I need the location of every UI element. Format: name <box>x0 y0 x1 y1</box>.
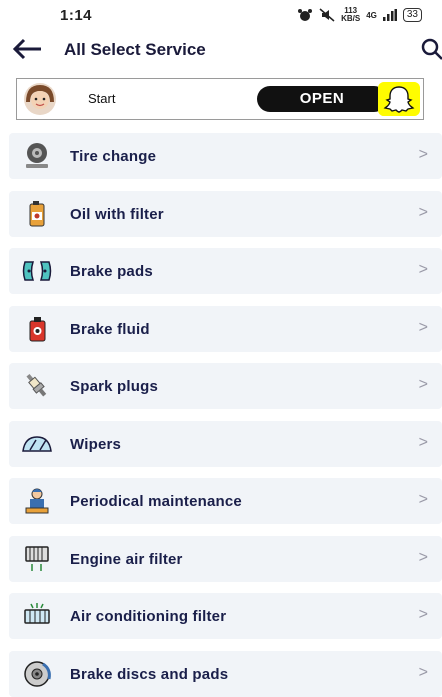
service-label: Brake pads <box>70 263 153 280</box>
service-label: Brake fluid <box>70 321 150 338</box>
oil-can-icon <box>29 201 45 227</box>
ac-filter-icon <box>24 603 50 624</box>
service-item-air-conditioning-filter[interactable]: Air conditioning filter > <box>9 593 442 639</box>
chevron-right-icon: > <box>418 319 428 336</box>
chevron-right-icon: > <box>418 261 428 278</box>
ghost-logo-icon <box>378 82 420 116</box>
service-item-tire-change[interactable]: Tire change > <box>9 133 442 179</box>
wiper-icon <box>22 436 52 452</box>
brake-fluid-icon <box>29 317 46 342</box>
service-item-spark-plugs[interactable]: Spark plugs > <box>9 363 442 409</box>
service-item-brake-pads[interactable]: Brake pads > <box>9 248 442 294</box>
ad-open-button[interactable]: OPEN <box>257 86 387 112</box>
ad-banner[interactable]: Start OPEN <box>16 78 424 120</box>
chevron-right-icon: > <box>418 549 428 566</box>
service-label: Air conditioning filter <box>70 608 227 625</box>
ad-text: Start <box>88 91 116 106</box>
status-bar: 1:14 113 KB/S 4G 33 <box>0 0 442 34</box>
service-label: Spark plugs <box>70 378 159 395</box>
service-item-engine-air-filter[interactable]: Engine air filter > <box>9 536 442 582</box>
avatar <box>24 83 56 115</box>
service-label: Oil with filter <box>70 206 164 223</box>
service-item-brake-fluid[interactable]: Brake fluid > <box>9 306 442 352</box>
brake-pads-icon <box>22 261 52 281</box>
service-label: Wipers <box>70 436 122 453</box>
tire-icon <box>26 143 48 168</box>
chevron-right-icon: > <box>418 606 428 623</box>
status-icons: 113 KB/S 4G 33 <box>297 7 422 23</box>
back-arrow-icon[interactable] <box>12 38 42 60</box>
chevron-right-icon: > <box>418 204 428 221</box>
chevron-right-icon: > <box>418 434 428 451</box>
service-label: Engine air filter <box>70 551 183 568</box>
air-filter-icon <box>25 546 49 571</box>
service-item-periodical-maintenance[interactable]: Periodical maintenance > <box>9 478 442 524</box>
service-label: Periodical maintenance <box>70 493 242 510</box>
service-label: Tire change <box>70 148 157 165</box>
page-title: All Select Service <box>64 40 206 59</box>
battery-indicator: 33 <box>402 8 422 22</box>
app-bar: All Select Service <box>0 34 442 64</box>
signal-icon <box>382 9 397 21</box>
alarm-icon <box>298 9 313 21</box>
service-item-wipers[interactable]: Wipers > <box>9 421 442 467</box>
service-label: Brake discs and pads <box>70 666 229 683</box>
network-speed: 113 KB/S <box>341 6 361 23</box>
search-icon[interactable] <box>420 38 442 60</box>
mechanic-icon <box>25 488 49 514</box>
chevron-right-icon: > <box>418 146 428 163</box>
chevron-right-icon: > <box>418 491 428 508</box>
chevron-right-icon: > <box>418 664 428 681</box>
network-type: 4G <box>366 10 377 20</box>
spark-plug-icon <box>26 373 47 397</box>
mute-icon <box>319 8 335 22</box>
service-item-oil-with-filter[interactable]: Oil with filter > <box>9 191 442 237</box>
status-time: 1:14 <box>60 7 93 24</box>
service-item-brake-discs-and-pads[interactable]: Brake discs and pads > <box>9 651 442 697</box>
chevron-right-icon: > <box>418 376 428 393</box>
